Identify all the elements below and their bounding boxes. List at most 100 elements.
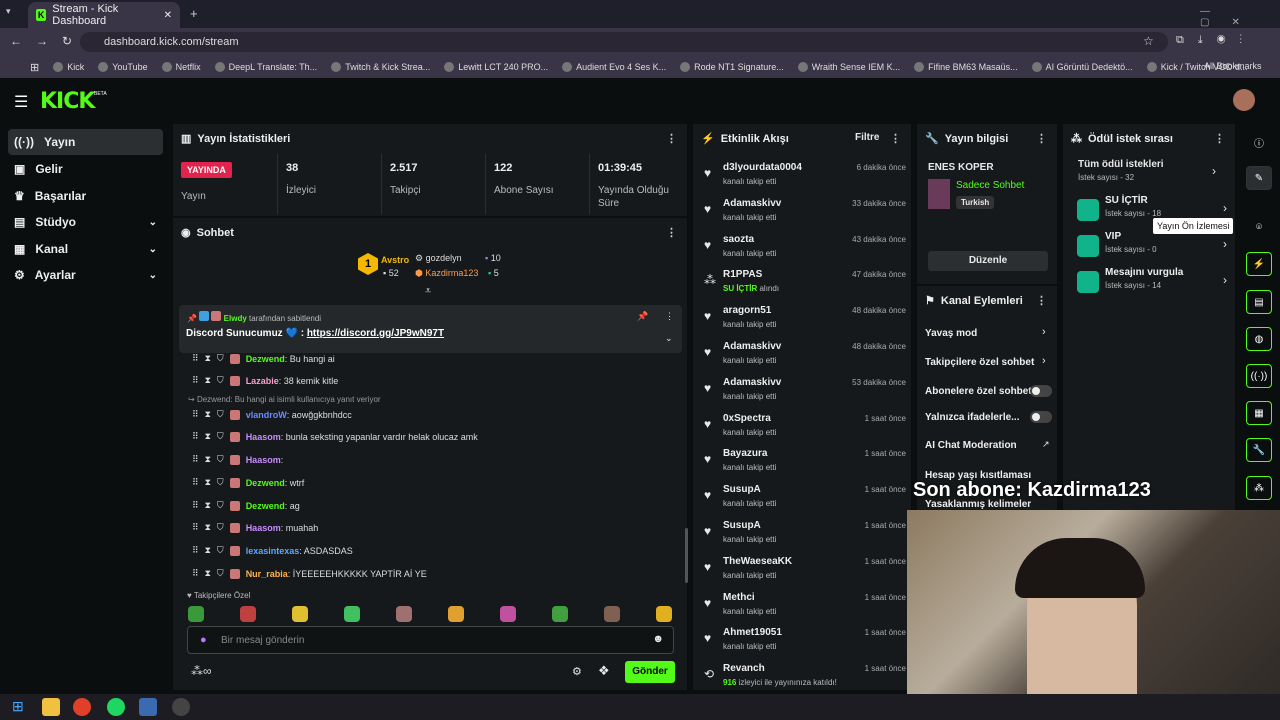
more-icon[interactable]: ⋮ xyxy=(890,132,901,145)
hourglass-icon[interactable]: ⧗ xyxy=(205,522,211,533)
explorer-icon[interactable] xyxy=(42,698,60,716)
grip-icon[interactable]: ⠿ xyxy=(192,545,199,556)
sidebar-item-ayarlar[interactable]: ⚙ Ayarlar ⌄ xyxy=(8,262,163,288)
pinned-link[interactable]: https://discord.gg/JP9wN97T xyxy=(307,328,444,339)
emote-icon[interactable] xyxy=(344,606,360,622)
chat-username[interactable]: Haasom xyxy=(246,523,281,533)
event-user[interactable]: Ahmet19051 xyxy=(723,627,782,638)
share-icon[interactable]: ⁂ xyxy=(1246,476,1272,500)
grip-icon[interactable]: ⠿ xyxy=(192,522,199,533)
action-ai-moderation[interactable]: AI Chat Moderation xyxy=(925,440,1055,451)
send-button[interactable]: Gönder xyxy=(625,661,675,683)
emote-only-toggle[interactable] xyxy=(1030,411,1052,423)
grip-icon[interactable]: ⠿ xyxy=(192,477,199,488)
hourglass-icon[interactable]: ⧗ xyxy=(205,477,211,488)
sidebar-item-basarilar[interactable]: ♛ Başarılar xyxy=(8,183,163,209)
hourglass-icon[interactable]: ⧗ xyxy=(205,454,211,465)
category-link[interactable]: Sadece Sohbet xyxy=(956,180,1024,191)
broadcast-icon[interactable]: ((·)) xyxy=(1246,364,1272,388)
leader-row[interactable]: ⬢ Kazdirma123 xyxy=(415,268,478,279)
chat-username[interactable]: lexasintexas xyxy=(246,546,300,556)
wrench-icon[interactable]: 🔧 xyxy=(1246,438,1272,462)
chevron-right-icon[interactable]: › xyxy=(1212,164,1216,178)
emote-icon[interactable] xyxy=(292,606,308,622)
bookmark-item[interactable]: Fifine BM63 Masaüs... xyxy=(914,62,1018,72)
sidebar-item-gelir[interactable]: ▣ Gelir xyxy=(8,156,163,182)
event-user[interactable]: Adamaskivv xyxy=(723,341,781,352)
hourglass-icon[interactable]: ⧗ xyxy=(205,409,211,420)
leader-row[interactable]: ⚙ gozdelyn xyxy=(415,253,462,264)
chat-message[interactable]: ⠿ ⧗ ⛉ Dezwend: Bu hangi ai xyxy=(192,353,335,364)
chat-username[interactable]: Haasom xyxy=(246,455,281,465)
chat-username[interactable]: vlandroW xyxy=(246,410,287,420)
gear-icon[interactable]: ⚙ xyxy=(572,665,582,678)
event-user[interactable]: Adamaskivv xyxy=(723,198,781,209)
hourglass-icon[interactable]: ⧗ xyxy=(205,568,211,579)
info-icon[interactable]: ⓘ xyxy=(1246,130,1272,154)
action-slow-mode[interactable]: Yavaş mod xyxy=(925,328,1055,339)
emote-icon[interactable] xyxy=(396,606,412,622)
event-user[interactable]: Bayazura xyxy=(723,448,767,459)
gift-icon[interactable]: ❖ xyxy=(598,663,610,679)
avatar[interactable] xyxy=(1233,89,1255,111)
chat-message[interactable]: ⠿ ⧗ ⛉ vlandroW: aowğgkbnhdcc xyxy=(192,409,352,420)
preview-icon[interactable]: ⌾ xyxy=(1246,215,1272,239)
chat-username[interactable]: Dezwend xyxy=(246,354,285,364)
app-icon[interactable] xyxy=(139,698,157,716)
event-user[interactable]: SusupA xyxy=(723,520,761,531)
tab-list-icon[interactable]: ▾ xyxy=(6,6,11,17)
chat-message[interactable]: ⠿ ⧗ ⛉ Nur_rabia: İYEEEEEHKKKKK YAPTİR Aİ YE xyxy=(192,568,427,579)
clipboard-icon[interactable]: ▤ xyxy=(1246,290,1272,314)
grip-icon[interactable]: ⠿ xyxy=(192,500,199,511)
more-icon[interactable]: ⋮ xyxy=(666,132,677,145)
event-user[interactable]: TheWaeseaKK xyxy=(723,556,792,567)
chat-input[interactable]: ● Bir mesaj gönderin ☻ xyxy=(187,626,674,654)
filter-button[interactable]: Filtre xyxy=(855,132,879,143)
more-icon[interactable]: ⋮ xyxy=(666,226,677,239)
bookmark-item[interactable]: Lewitt LCT 240 PRO... xyxy=(444,62,548,72)
chat-scrollbar[interactable] xyxy=(685,528,688,583)
all-rewards-link[interactable]: Tüm ödül istekleri xyxy=(1078,159,1164,170)
event-user[interactable]: saozta xyxy=(723,234,754,245)
pin-icon[interactable]: 📌 xyxy=(637,311,648,322)
hourglass-icon[interactable]: ⧗ xyxy=(205,545,211,556)
more-icon[interactable]: ⋮ xyxy=(1036,294,1047,307)
emote-icon[interactable] xyxy=(500,606,516,622)
chat-username[interactable]: Dezwend xyxy=(246,478,285,488)
chat-message[interactable]: ⠿ ⧗ ⛉ Haasom: xyxy=(192,454,283,465)
emote-icon[interactable] xyxy=(188,606,204,622)
grip-icon[interactable]: ⠿ xyxy=(192,409,199,420)
sidebar-item-yayin[interactable]: ((·)) Yayın xyxy=(8,129,163,155)
more-icon[interactable]: ⋮ xyxy=(665,311,674,322)
emote-icon[interactable] xyxy=(240,606,256,622)
bookmark-item[interactable]: Audient Evo 4 Ses K... xyxy=(562,62,666,72)
bookmark-item[interactable]: Rode NT1 Signature... xyxy=(680,62,784,72)
chevron-right-icon[interactable]: › xyxy=(1042,326,1046,338)
bookmark-item[interactable]: Kick xyxy=(53,62,84,72)
hourglass-icon[interactable]: ⧗ xyxy=(205,500,211,511)
sub-chat-toggle[interactable] xyxy=(1030,385,1052,397)
url-input[interactable]: dashboard.kick.com/stream xyxy=(80,32,1168,52)
chat-message[interactable]: ⠿ ⧗ ⛉ Dezwend: ag xyxy=(192,500,300,511)
bookmark-item[interactable]: DeepL Translate: Th... xyxy=(214,62,317,72)
collapse-icon[interactable]: ⩡ xyxy=(425,285,431,298)
hourglass-icon[interactable]: ⧗ xyxy=(205,431,211,442)
emote-icon[interactable] xyxy=(604,606,620,622)
chat-username[interactable]: Lazabie xyxy=(246,376,279,386)
chat-message[interactable]: ⠿ ⧗ ⛉ lexasintexas: ASDASDAS xyxy=(192,545,353,556)
sidebar-item-studyo[interactable]: ▤ Stüdyo ⌄ xyxy=(8,209,163,235)
chat-message[interactable]: ⠿ ⧗ ⛉ Haasom: bunla seksting yapanlar vardı… xyxy=(192,431,478,442)
chevron-down-icon[interactable]: ⌄ xyxy=(665,333,673,344)
windows-icon[interactable]: ⊞ xyxy=(12,698,30,716)
apps-grid-icon[interactable]: ⊞ xyxy=(30,61,39,74)
bookmark-item[interactable]: YouTube xyxy=(98,62,148,72)
emoji-icon[interactable]: ☻ xyxy=(652,633,664,645)
event-user[interactable]: Methci xyxy=(723,592,755,603)
bookmark-item[interactable]: Netflix xyxy=(161,62,201,72)
event-user[interactable]: 0xSpectra xyxy=(723,413,771,424)
chat-message[interactable]: ⠿ ⧗ ⛉ Dezwend: wtrf xyxy=(192,477,304,488)
more-icon[interactable]: ⋮ xyxy=(1036,132,1047,145)
sidebar-item-kanal[interactable]: ▦ Kanal ⌄ xyxy=(8,236,163,262)
event-user[interactable]: d3lyourdata0004 xyxy=(723,162,802,173)
new-tab-icon[interactable]: + xyxy=(190,6,198,21)
